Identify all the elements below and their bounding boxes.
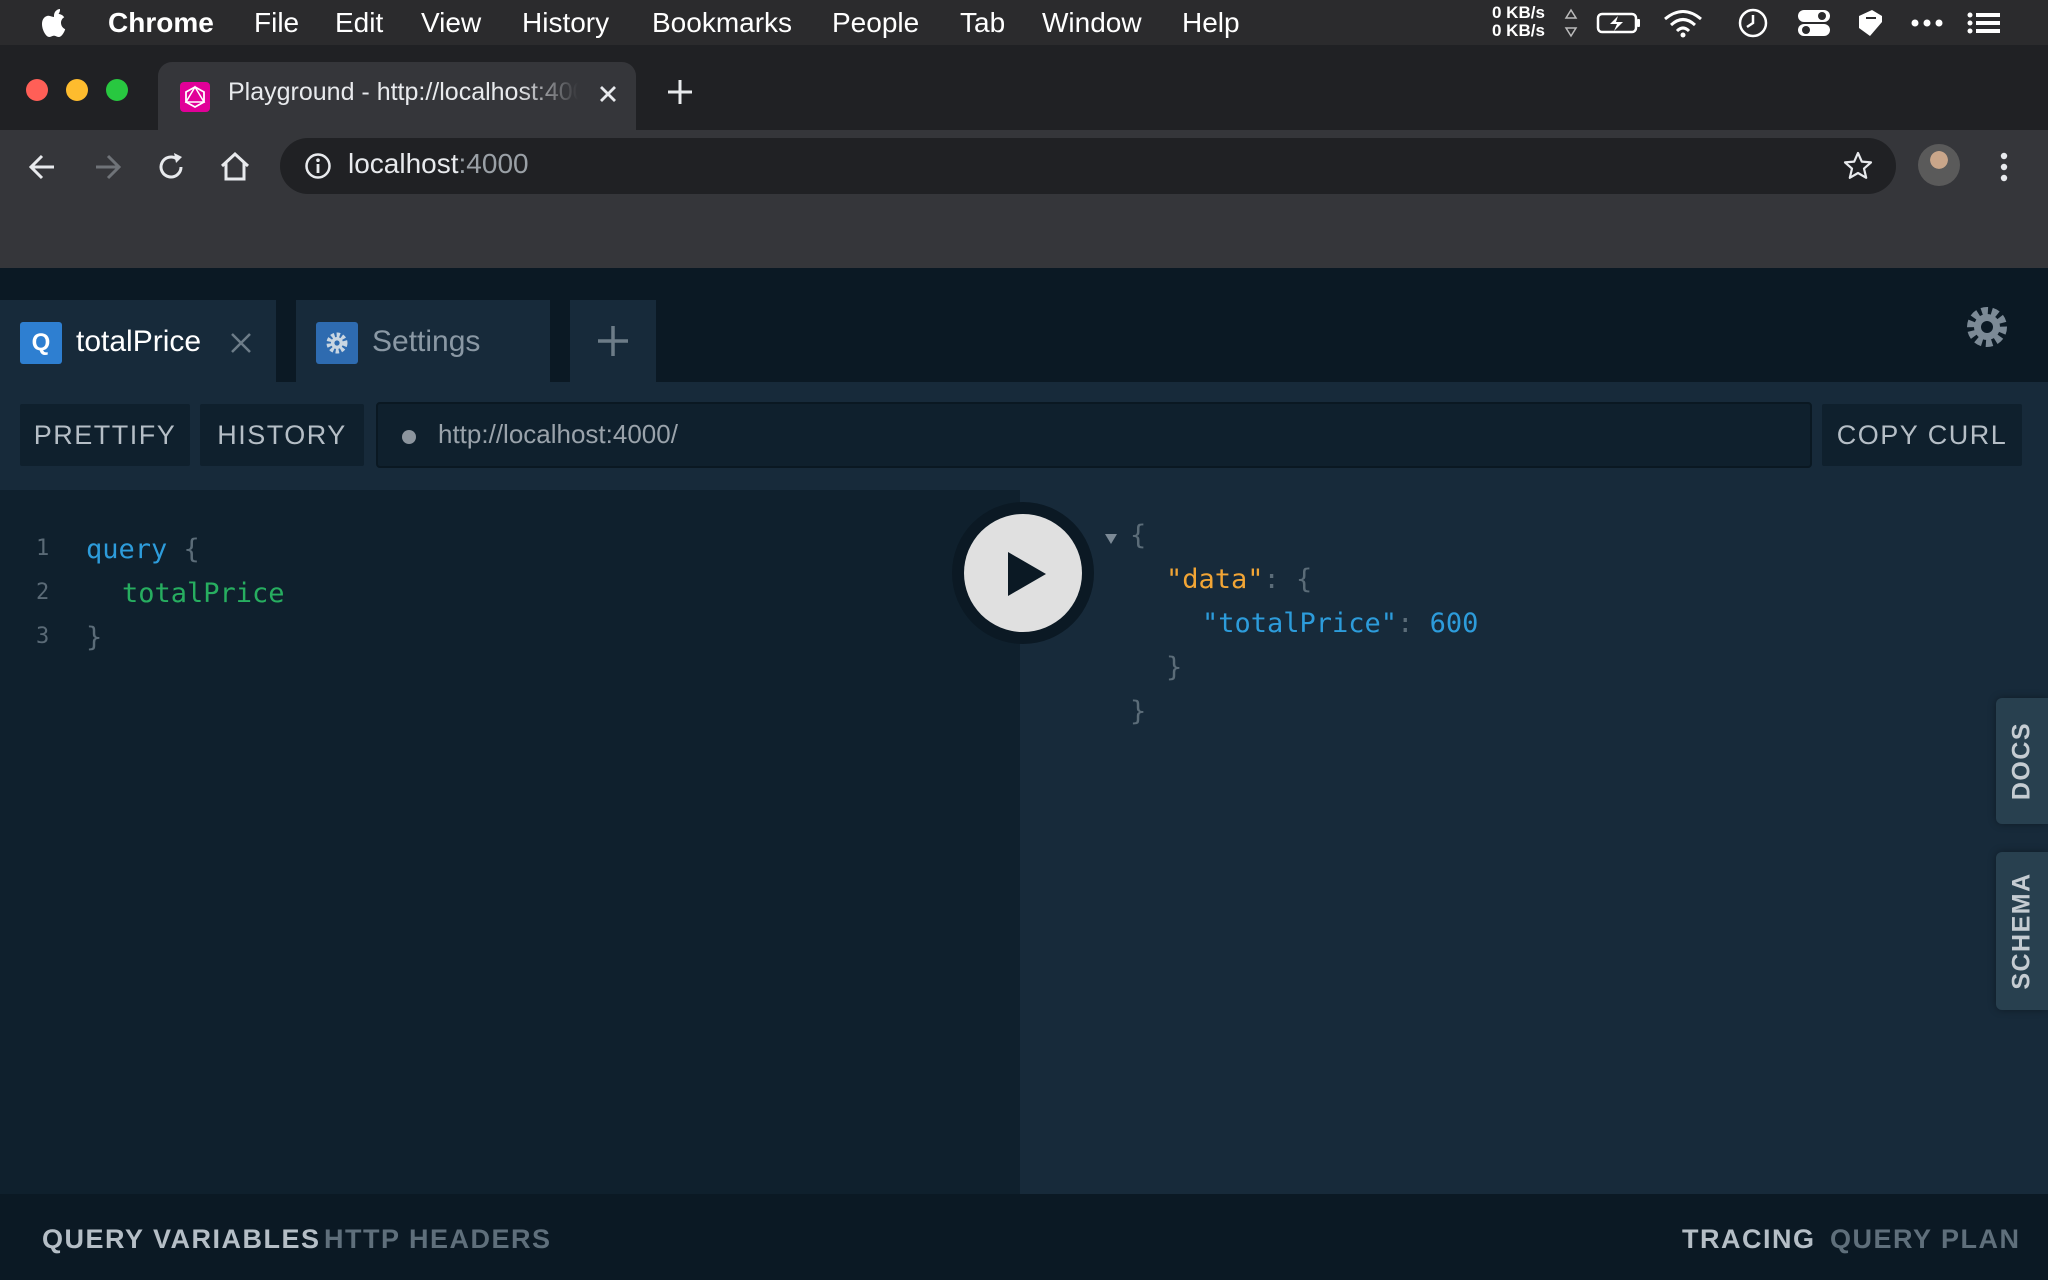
query-badge: Q: [20, 322, 62, 364]
menu-window[interactable]: Window: [1042, 0, 1142, 45]
site-info-icon[interactable]: [304, 152, 332, 180]
http-headers-tab[interactable]: HTTP HEADERS: [324, 1224, 552, 1255]
window-close-button[interactable]: [26, 79, 48, 101]
json-field-line: "totalPrice": 600: [1202, 608, 1479, 639]
json-close-brace: }: [1166, 652, 1183, 683]
plus-icon: [598, 326, 628, 356]
menu-view[interactable]: View: [421, 0, 481, 45]
reload-icon[interactable]: [152, 148, 190, 186]
net-down-text: 0 KB/s: [1492, 21, 1545, 40]
new-tab-icon[interactable]: [662, 74, 698, 110]
tracing-tab[interactable]: TRACING: [1682, 1224, 1816, 1255]
schema-tab-label: SCHEMA: [2007, 872, 2036, 990]
battery-icon[interactable]: [1596, 8, 1642, 38]
line-number: 1: [36, 536, 50, 561]
code-keyword: query: [86, 534, 168, 565]
json-data-line: "data": {: [1166, 564, 1313, 595]
query-variables-tab[interactable]: QUERY VARIABLES: [42, 1224, 321, 1255]
execute-query-button[interactable]: [952, 502, 1094, 644]
wifi-icon[interactable]: [1662, 8, 1704, 38]
tab-totalprice[interactable]: Q totalPrice: [0, 300, 276, 382]
json-open-brace: {: [1130, 520, 1147, 551]
network-speed: 0 KB/s 0 KB/s: [1492, 4, 1545, 40]
play-icon: [1008, 552, 1046, 596]
forward-arrow-icon[interactable]: [88, 148, 126, 186]
gear-icon: [326, 332, 348, 354]
line-number: 3: [36, 624, 50, 649]
bookmark-star-icon[interactable]: [1842, 150, 1874, 182]
json-field-value: 600: [1429, 608, 1479, 639]
code-brace: {: [183, 534, 200, 565]
json-close-brace: }: [1130, 696, 1147, 727]
endpoint-url: http://localhost:4000/: [438, 419, 678, 449]
settings-badge: [316, 322, 358, 364]
list-icon[interactable]: [1966, 8, 2002, 38]
code-field: totalPrice: [122, 578, 285, 609]
execute-button-face: [964, 514, 1082, 632]
clock-icon[interactable]: [1736, 8, 1770, 38]
net-arrows-icon: [1564, 8, 1578, 38]
history-button[interactable]: HISTORY: [200, 404, 364, 466]
menu-history[interactable]: History: [522, 0, 609, 45]
code-brace: }: [86, 622, 103, 653]
address-host: localhost: [348, 148, 459, 179]
schema-tab[interactable]: SCHEMA: [1996, 852, 2048, 1010]
tab-settings[interactable]: Settings: [296, 300, 550, 382]
connection-status-dot: [402, 430, 416, 444]
copy-curl-button[interactable]: COPY CURL: [1822, 404, 2022, 466]
prettify-button[interactable]: PRETTIFY: [20, 404, 190, 466]
address-bar[interactable]: localhost:4000: [280, 138, 1896, 194]
net-up-text: 0 KB/s: [1492, 3, 1545, 22]
json-data-key: "data": [1166, 564, 1264, 595]
docs-tab-label: DOCS: [2007, 721, 2036, 801]
close-tab-icon[interactable]: [226, 328, 256, 358]
window-zoom-button[interactable]: [106, 79, 128, 101]
code-line: query {: [86, 534, 200, 565]
chrome-menu-icon[interactable]: [1992, 148, 2016, 186]
menu-tab[interactable]: Tab: [960, 0, 1005, 45]
json-field-key: "totalPrice": [1202, 608, 1398, 639]
tab-totalprice-label: totalPrice: [76, 325, 202, 358]
settings-gear-icon[interactable]: [1962, 302, 2012, 352]
close-tab-icon[interactable]: [588, 74, 628, 114]
address-port: :4000: [458, 148, 529, 179]
more-dots-icon[interactable]: [1910, 8, 1944, 38]
menu-help[interactable]: Help: [1182, 0, 1240, 45]
endpoint-input[interactable]: http://localhost:4000/: [376, 402, 1812, 468]
browser-tab[interactable]: Playground - http://localhost:4000/: [158, 62, 636, 130]
bookmarks-bar: [0, 200, 2048, 268]
home-icon[interactable]: [216, 148, 254, 186]
shield-icon[interactable]: [1856, 8, 1884, 38]
address-text[interactable]: localhost:4000: [348, 148, 529, 180]
profile-avatar[interactable]: [1918, 144, 1960, 186]
menu-bookmarks[interactable]: Bookmarks: [652, 0, 792, 45]
macos-menu-bar: Chrome File Edit View History Bookmarks …: [0, 0, 2048, 45]
back-arrow-icon[interactable]: [24, 148, 62, 186]
add-tab-button[interactable]: [570, 300, 656, 382]
browser-tab-title: Playground - http://localhost:4000/: [228, 78, 578, 107]
query-plan-tab[interactable]: QUERY PLAN: [1830, 1224, 2021, 1255]
graphql-favicon-icon: [180, 82, 210, 112]
menu-edit[interactable]: Edit: [335, 0, 383, 45]
menu-app-chrome[interactable]: Chrome: [108, 0, 214, 45]
result-viewer: { "data": { "totalPrice": 600 } }: [1020, 490, 2048, 1194]
apple-icon[interactable]: [40, 7, 70, 39]
menu-file[interactable]: File: [254, 0, 299, 45]
toggle-icon[interactable]: [1796, 8, 1832, 38]
collapse-triangle-icon[interactable]: [1104, 532, 1118, 546]
docs-tab[interactable]: DOCS: [1996, 698, 2048, 824]
line-number: 2: [36, 580, 50, 605]
window-minimize-button[interactable]: [66, 79, 88, 101]
tab-settings-label: Settings: [372, 325, 481, 358]
menu-people[interactable]: People: [832, 0, 919, 45]
query-editor[interactable]: 1 query { 2 totalPrice 3 }: [0, 490, 1020, 1194]
